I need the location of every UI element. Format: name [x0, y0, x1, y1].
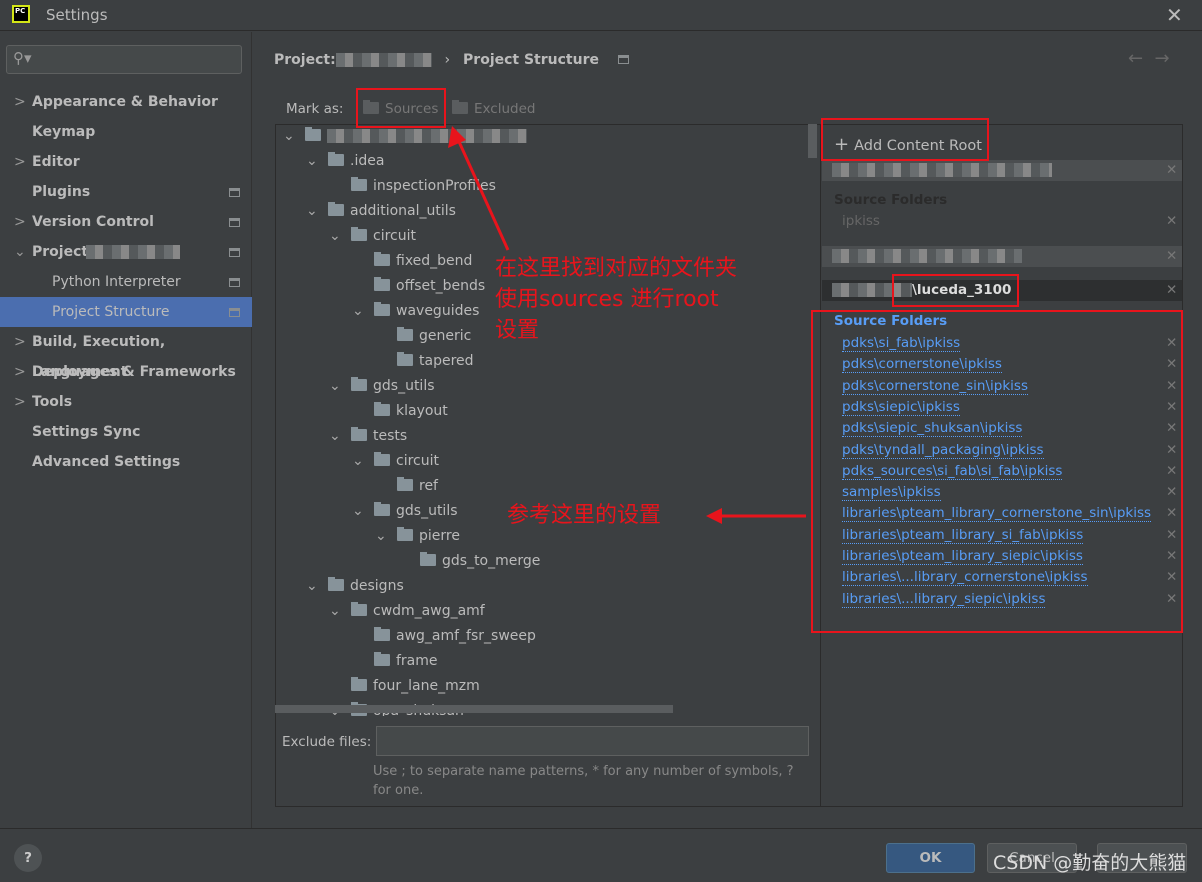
- watermark: CSDN @勤奋的大熊猫: [993, 852, 1187, 874]
- arrowhead: [448, 126, 466, 148]
- arrow-to-sources: [454, 134, 510, 251]
- arrowhead: [706, 508, 722, 524]
- annotation-note-1: 在这里找到对应的文件夹 使用sources 进行root 设置: [495, 256, 738, 343]
- annotation-note-2: 参考这里的设置: [507, 503, 662, 528]
- annotation-arrows: [448, 126, 806, 524]
